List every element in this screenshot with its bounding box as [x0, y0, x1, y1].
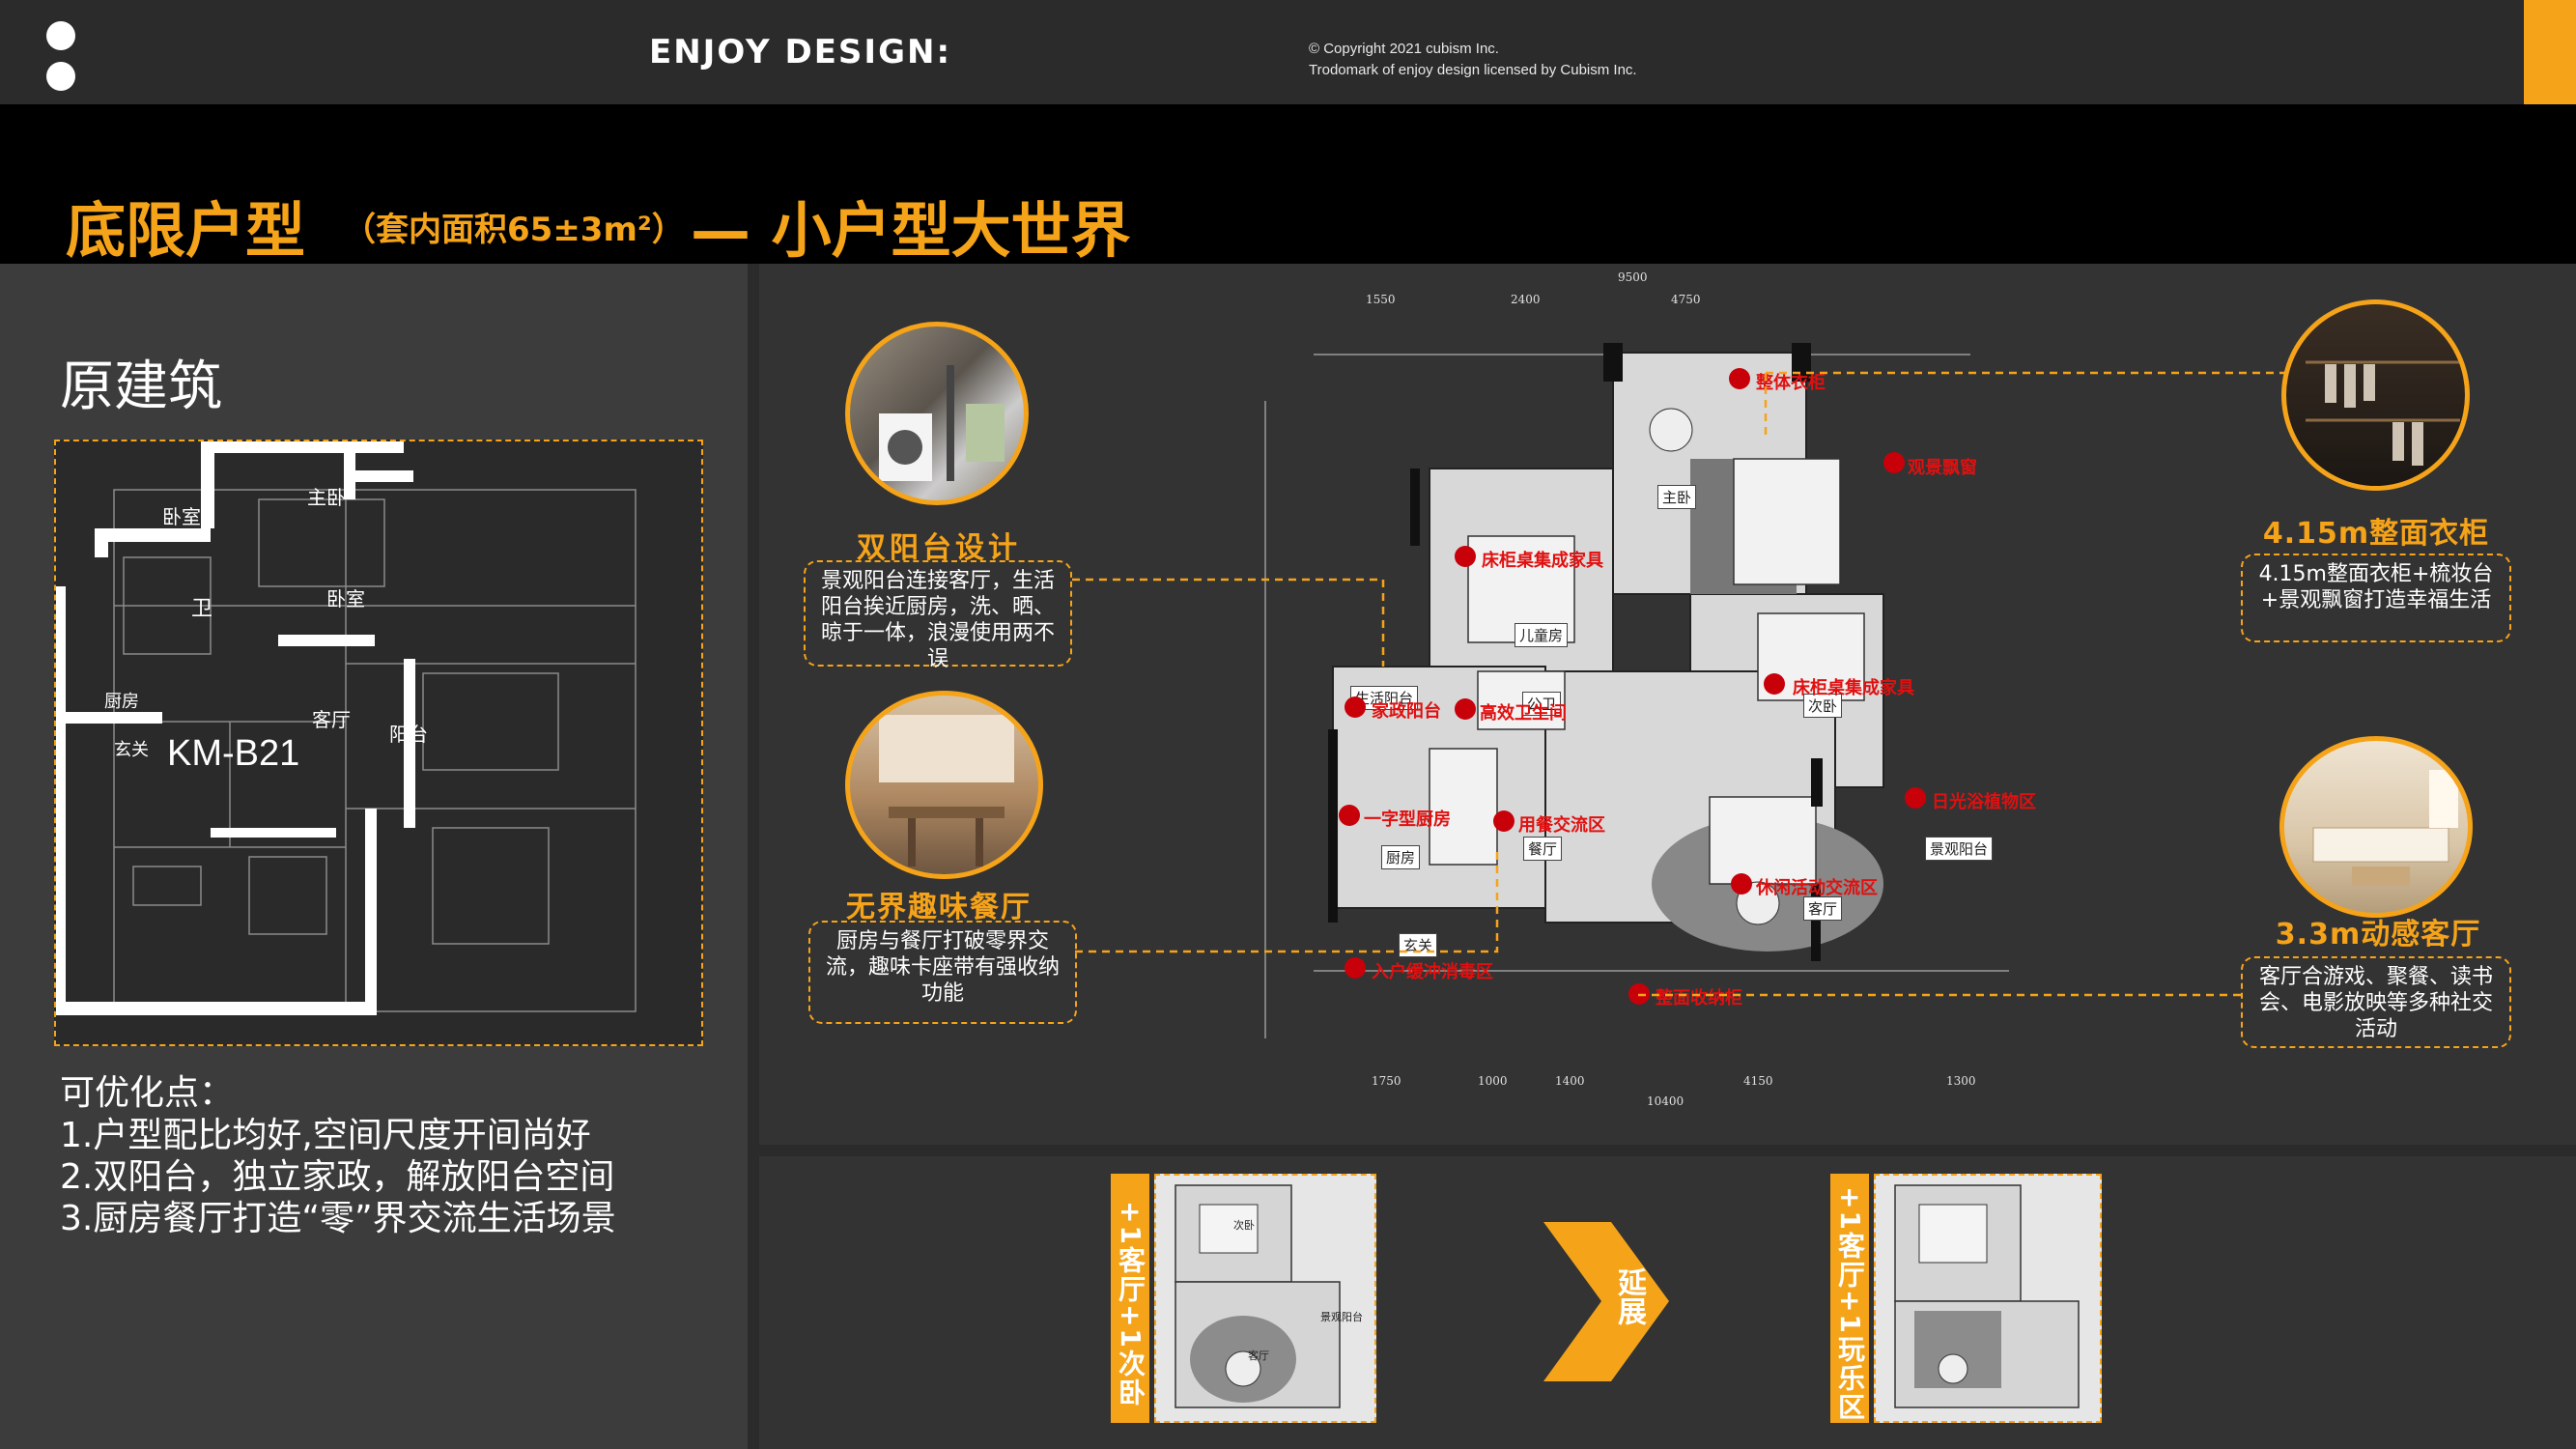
badge-left-variant: +1客厅+1次卧 [1111, 1174, 1149, 1423]
living-photo [2279, 736, 2473, 918]
wardrobe-description: 4.15m整面衣柜+梳妆台+景观飘窗打造幸福生活 [2241, 554, 2511, 642]
badge-right-variant: +1客厅+1玩乐区 [1830, 1174, 1869, 1423]
living-title: 3.3m动感客厅 [2275, 918, 2481, 952]
balcony-photo [845, 322, 1029, 505]
balcony-description: 景观阳台连接客厅，生活阳台挨近厨房，洗、晒、晾于一体，浪漫使用两不误 [804, 560, 1072, 671]
mini-plan-left: 次卧 景观阳台 客厅 [1154, 1174, 1376, 1423]
dining-photo [845, 691, 1043, 879]
extend-label: 延展 [1612, 1267, 1646, 1325]
mini-room-second: 次卧 [1233, 1218, 1255, 1232]
wardrobe-title: 4.15m整面衣柜 [2262, 517, 2490, 551]
mini-room-living: 客厅 [1248, 1349, 1269, 1362]
dining-description: 厨房与餐厅打破零界交流，趣味卡座带有强收纳功能 [808, 921, 1077, 1024]
extend-arrow-icon [1543, 1222, 1669, 1381]
wardrobe-photo [2281, 299, 2470, 491]
living-description: 客厅合游戏、聚餐、读书会、电影放映等多种社交活动 [2241, 956, 2511, 1048]
dining-title: 无界趣味餐厅 [846, 891, 1032, 924]
mini-room-view-balcony: 景观阳台 [1320, 1310, 1363, 1323]
mini-plan-right [1874, 1174, 2102, 1423]
